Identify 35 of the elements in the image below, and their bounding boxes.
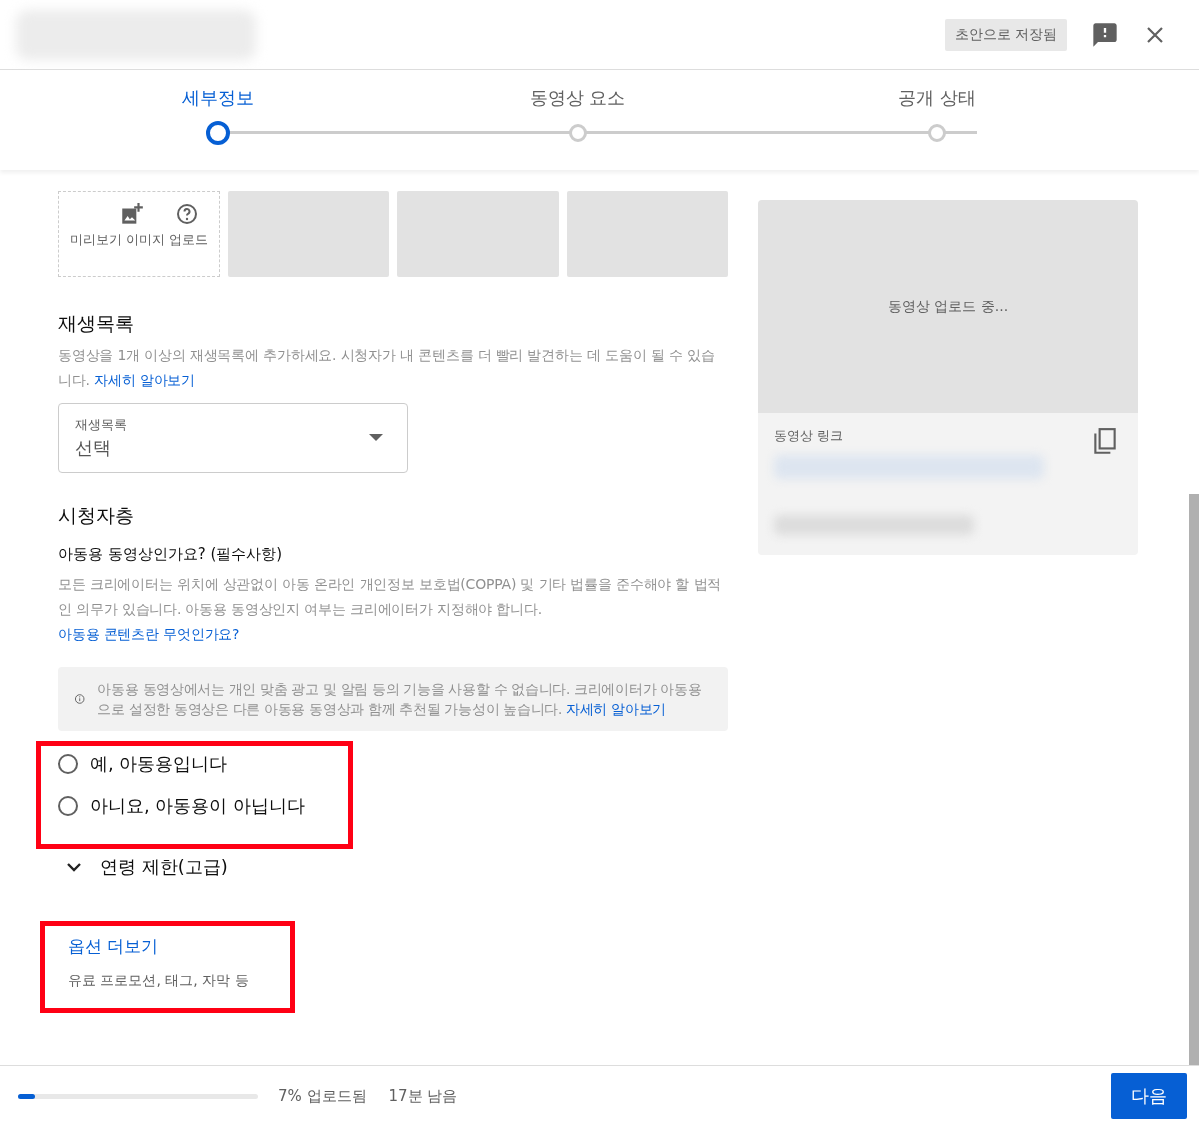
save-status: 초안으로 저장됨 — [944, 18, 1067, 51]
video-link-label: 동영상 링크 — [774, 427, 845, 445]
learn-more-link[interactable]: 자세히 알아보기 — [94, 372, 195, 388]
playlist-dropdown[interactable]: 재생목록 선택 — [58, 403, 408, 473]
upload-progress-text: 7% 업로드됨 — [278, 1086, 367, 1106]
thumbnail-placeholder[interactable] — [228, 191, 390, 277]
kids-content-link[interactable]: 아동용 콘텐츠란 무엇인가요? — [58, 626, 240, 642]
learn-more-link[interactable]: 자세히 알아보기 — [566, 701, 666, 717]
copy-icon[interactable] — [1092, 427, 1118, 457]
feedback-icon[interactable] — [1091, 20, 1119, 49]
playlist-description: 동영상을 1개 이상의 재생목록에 추가하세요. 시청자가 내 콘텐츠를 더 빨리 발견하는 데 도움이 될 수 있습니다. 자세히 알아보기 — [58, 346, 716, 390]
next-button[interactable]: 다음 — [1111, 1073, 1187, 1119]
upload-label: 미리보기 이미지 업로드 — [69, 231, 209, 249]
dropdown-caret-icon — [369, 434, 383, 442]
thumbnail-upload[interactable]: 미리보기 이미지 업로드 — [58, 191, 220, 277]
radio-option[interactable]: 아니요, 아동용이 아닙니다 — [58, 789, 728, 823]
notice-text: 아동용 동영상에서는 개인 맞춤 광고 및 알림 등의 기능을 사용할 수 없습니다. 크리에이터가 아동용으로 설정한 동영상은 다른 아동용 동영상과 함께 추천될 가능성이 높습니다. 자세히 알아보기 — [97, 680, 703, 719]
thumbnail-placeholder[interactable] — [397, 191, 559, 277]
more-options-subtitle: 유료 프로모션, 태그, 자막 등 — [68, 972, 250, 990]
time-remaining: 17분 남음 — [388, 1086, 458, 1106]
upload-status: 동영상 업로드 중... — [887, 297, 1009, 316]
section-heading: 시청자층 — [58, 503, 135, 528]
step-tab[interactable]: 공개 상태 — [898, 86, 976, 110]
help-icon[interactable] — [175, 202, 199, 226]
question-label: 아동용 동영상인가요? (필수사항) — [58, 545, 284, 564]
step-tab[interactable]: 동영상 요소 — [529, 86, 626, 110]
step-tab[interactable]: 세부정보 — [182, 86, 254, 110]
more-options-link[interactable]: 옵션 더보기 — [68, 935, 159, 958]
radio-option[interactable]: 예, 아동용입니다 — [58, 747, 728, 781]
section-heading: 재생목록 — [58, 311, 135, 336]
scrollbar-thumb[interactable] — [1189, 494, 1199, 1065]
age-restriction-toggle[interactable]: 연령 제한(고급) — [66, 855, 728, 879]
audience-description: 모든 크리에이터는 위치에 상관없이 아동 온라인 개인정보 보호법(COPPA) 및 기타 법률을 준수해야 할 법적인 의무가 있습니다. 아동용 동영상인지 여부는 크리에이터가 지정해야 합니다. 아동용 콘텐츠란 무엇인가요? — [58, 575, 723, 644]
thumbnail-placeholder[interactable] — [566, 191, 728, 277]
chevron-icon — [66, 862, 82, 872]
